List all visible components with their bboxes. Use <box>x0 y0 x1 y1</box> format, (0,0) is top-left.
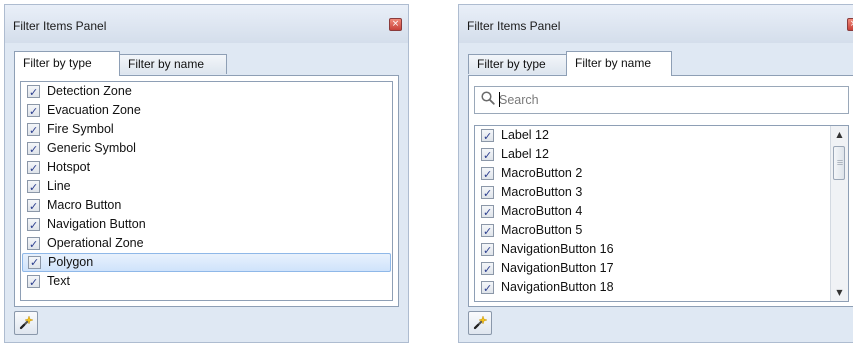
checkbox[interactable] <box>481 279 494 298</box>
tab-content: Search Label 12 Label 12 MacroButton 2 M… <box>468 75 853 307</box>
magic-wand-button[interactable] <box>468 311 492 335</box>
list-item[interactable]: Fire Symbol <box>21 120 392 140</box>
checkbox[interactable] <box>27 102 40 121</box>
list-item[interactable]: Hotspot <box>21 158 392 178</box>
name-list: Label 12 Label 12 MacroButton 2 MacroBut… <box>474 125 849 302</box>
list-item[interactable]: Generic Symbol <box>21 139 392 159</box>
list-item[interactable]: Operational Zone <box>21 234 392 254</box>
magic-wand-icon <box>19 315 34 330</box>
grip-icon: — — — <box>837 157 843 168</box>
list-item-label: Operational Zone <box>47 236 144 250</box>
list-item[interactable]: MacroButton 5 <box>475 221 848 241</box>
list-item-label: NavigationButton 18 <box>501 280 614 294</box>
list-item-label: Text <box>47 274 70 288</box>
panel-title: Filter Items Panel <box>13 19 107 33</box>
tab-filter-by-name[interactable]: Filter by name <box>566 51 672 76</box>
checkbox[interactable] <box>481 241 494 260</box>
list-item-label: Fire Symbol <box>47 122 114 136</box>
checkbox[interactable] <box>27 178 40 197</box>
list-item-label: Polygon <box>48 255 94 269</box>
vertical-scrollbar[interactable]: ▲ — — — ▼ <box>830 126 848 301</box>
checkbox[interactable] <box>481 146 494 165</box>
list-item-label: NavigationButton 17 <box>501 261 614 275</box>
filter-items-panel-left: Filter Items Panel × Filter by type Filt… <box>4 4 409 343</box>
list-item-label: Evacuation Zone <box>47 103 141 117</box>
list-item[interactable]: MacroButton 3 <box>475 183 848 203</box>
checkbox[interactable] <box>481 260 494 279</box>
list-item-label: Label 12 <box>501 147 549 161</box>
list-item[interactable]: MacroButton 4 <box>475 202 848 222</box>
list-item[interactable]: NavigationButton 17 <box>475 259 848 279</box>
checkbox[interactable] <box>481 165 494 184</box>
type-list: Detection Zone Evacuation Zone Fire Symb… <box>20 81 393 301</box>
scrollbar-thumb[interactable]: — — — <box>833 146 845 180</box>
list-item[interactable]: Text <box>21 272 392 292</box>
list-item[interactable]: Macro Button <box>21 196 392 216</box>
list-item-label: Generic Symbol <box>47 141 136 155</box>
text-caret <box>499 92 500 107</box>
checkbox[interactable] <box>481 203 494 222</box>
checkbox[interactable] <box>481 184 494 203</box>
close-icon[interactable]: × <box>847 18 853 31</box>
checkbox[interactable] <box>27 159 40 178</box>
filter-items-panel-right: Filter Items Panel × Filter by type Filt… <box>458 4 853 343</box>
tab-filter-by-type[interactable]: Filter by type <box>468 54 567 74</box>
panel-body: Filter by type Filter by name Detection … <box>5 43 408 342</box>
close-icon[interactable]: × <box>389 18 402 31</box>
list-item-label: Macro Button <box>47 198 122 212</box>
list-item-label: MacroButton 4 <box>501 204 583 218</box>
list-item[interactable]: NavigationButton 18 <box>475 278 848 298</box>
checkbox[interactable] <box>27 197 40 216</box>
search-icon <box>481 91 495 105</box>
search-placeholder: Search <box>499 93 539 107</box>
magic-wand-icon <box>473 315 488 330</box>
list-item[interactable]: Line <box>21 177 392 197</box>
list-item-label: NavigationButton 16 <box>501 242 614 256</box>
list-item[interactable]: Evacuation Zone <box>21 101 392 121</box>
tab-filter-by-name[interactable]: Filter by name <box>119 54 227 74</box>
list-item-label: MacroButton 5 <box>501 223 583 237</box>
checkbox[interactable] <box>27 216 40 235</box>
list-item-label: Hotspot <box>47 160 91 174</box>
scroll-up-icon[interactable]: ▲ <box>831 126 848 143</box>
list-item[interactable]: NavigationButton 16 <box>475 240 848 260</box>
checkbox[interactable] <box>27 235 40 254</box>
checkbox[interactable] <box>27 83 40 102</box>
panel-titlebar[interactable]: Filter Items Panel × <box>5 5 408 44</box>
list-item-selected[interactable]: Polygon <box>22 253 391 272</box>
list-item-label: Line <box>47 179 71 193</box>
search-input[interactable]: Search <box>474 86 849 114</box>
checkbox[interactable] <box>481 127 494 146</box>
scroll-down-icon[interactable]: ▼ <box>831 284 848 301</box>
magic-wand-button[interactable] <box>14 311 38 335</box>
list-item-label: MacroButton 2 <box>501 166 583 180</box>
checkbox[interactable] <box>27 273 40 292</box>
checkbox[interactable] <box>27 140 40 159</box>
list-item[interactable]: Label 12 <box>475 145 848 165</box>
list-item[interactable]: MacroButton 2 <box>475 164 848 184</box>
list-item-label: MacroButton 3 <box>501 185 583 199</box>
checkbox[interactable] <box>28 254 41 271</box>
panel-titlebar[interactable]: Filter Items Panel × <box>459 5 853 44</box>
panel-body: Filter by type Filter by name Search Lab… <box>459 43 853 342</box>
checkbox[interactable] <box>27 121 40 140</box>
list-item-label: Navigation Button <box>47 217 146 231</box>
panel-title: Filter Items Panel <box>467 19 561 33</box>
list-item[interactable]: Label 12 <box>475 126 848 146</box>
tab-content: Detection Zone Evacuation Zone Fire Symb… <box>14 75 399 307</box>
list-item-label: Label 12 <box>501 128 549 142</box>
list-item[interactable]: Detection Zone <box>21 82 392 102</box>
checkbox[interactable] <box>481 222 494 241</box>
tab-filter-by-type[interactable]: Filter by type <box>14 51 120 76</box>
list-item[interactable]: Navigation Button <box>21 215 392 235</box>
list-item-label: Detection Zone <box>47 84 132 98</box>
